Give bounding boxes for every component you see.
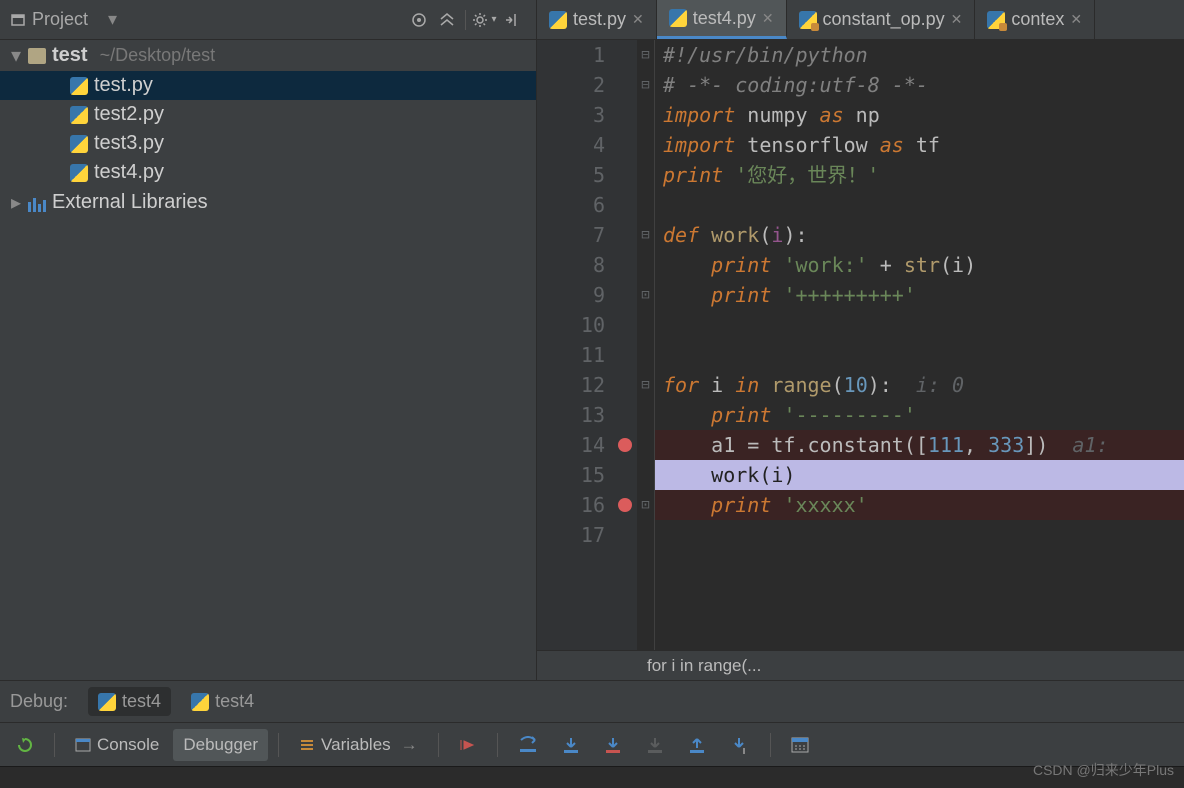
tab-label: contex	[1011, 9, 1064, 30]
collapse-icon[interactable]	[433, 6, 461, 34]
code-line[interactable]: print 'xxxxx'	[655, 490, 1184, 520]
file-name: test.py	[94, 74, 153, 97]
python-file-icon	[70, 77, 88, 95]
code-line[interactable]: print '---------'	[655, 400, 1184, 430]
debug-toolbar: Console Debugger Variables →	[0, 722, 1184, 766]
hide-icon[interactable]	[498, 6, 526, 34]
code-line[interactable]: a1 = tf.constant([111, 333]) a1:	[655, 430, 1184, 460]
project-tool-window-header[interactable]: Project ▾ ▾	[0, 0, 537, 39]
project-root[interactable]: ▾ test ~/Desktop/test	[0, 40, 536, 71]
project-icon	[10, 12, 26, 28]
editor-tabs: test.py ✕ test4.py ✕ constant_op.py ✕ contex ✕	[537, 0, 1184, 39]
close-icon[interactable]: ✕	[951, 11, 963, 28]
file-name: test2.py	[94, 103, 164, 126]
breakpoint-gutter[interactable]	[615, 40, 637, 650]
libraries-icon	[28, 194, 46, 212]
code-line[interactable]: work(i)	[655, 460, 1184, 490]
code-line[interactable]: print 'work:' + str(i)	[655, 250, 1184, 280]
code-line[interactable]: print '您好，世界！'	[655, 160, 1184, 190]
code-content[interactable]: #!/usr/bin/python# -*- coding:utf-8 -*-i…	[655, 40, 1184, 650]
editor-breadcrumb[interactable]: for i in range(...	[537, 650, 1184, 680]
breakpoint-icon[interactable]	[618, 438, 632, 452]
code-line[interactable]: print '+++++++++'	[655, 280, 1184, 310]
python-file-icon	[549, 11, 567, 29]
code-line[interactable]: def work(i):	[655, 220, 1184, 250]
tree-file-item[interactable]: test3.py	[0, 129, 536, 158]
rerun-button[interactable]	[6, 730, 44, 760]
fold-gutter[interactable]: ⊟⊟⊟⊡⊟⊡	[637, 40, 655, 650]
watermark: CSDN @归来少年Plus	[1033, 760, 1174, 780]
code-line[interactable]	[655, 520, 1184, 550]
variables-icon	[299, 737, 315, 753]
step-into-button[interactable]	[552, 730, 590, 760]
dropdown-icon[interactable]: ▾	[108, 9, 117, 30]
code-line[interactable]: import numpy as np	[655, 100, 1184, 130]
line-number-gutter[interactable]: 1234567891011121314151617	[537, 40, 615, 650]
code-editor[interactable]: 1234567891011121314151617 ⊟⊟⊟⊡⊟⊡ #!/usr/…	[537, 40, 1184, 680]
code-line[interactable]: # -*- coding:utf-8 -*-	[655, 70, 1184, 100]
project-root-path: ~/Desktop/test	[100, 45, 216, 66]
python-file-icon	[70, 164, 88, 182]
editor-tab[interactable]: constant_op.py ✕	[787, 0, 976, 39]
console-icon	[75, 737, 91, 753]
external-libraries-label: External Libraries	[52, 191, 208, 214]
tree-file-item[interactable]: test.py	[0, 71, 536, 100]
breakpoint-icon[interactable]	[618, 498, 632, 512]
tab-label: test4.py	[693, 8, 756, 29]
tree-file-item[interactable]: test4.py	[0, 158, 536, 187]
tree-file-item[interactable]: test2.py	[0, 100, 536, 129]
editor-tab[interactable]: test.py ✕	[537, 0, 657, 39]
console-tab[interactable]: Console	[65, 729, 169, 761]
file-name: test3.py	[94, 132, 164, 155]
python-file-icon	[98, 693, 116, 711]
debug-label: Debug:	[10, 691, 68, 712]
editor-tab[interactable]: contex ✕	[975, 0, 1095, 39]
debug-session-bar: Debug: test4 test4	[0, 680, 1184, 722]
step-over-button[interactable]	[508, 730, 548, 760]
step-out-button[interactable]	[678, 730, 716, 760]
external-libraries[interactable]: ▸ External Libraries	[0, 187, 536, 218]
folder-icon	[28, 48, 46, 64]
debug-config[interactable]: test4	[88, 687, 171, 716]
code-line[interactable]	[655, 340, 1184, 370]
editor-tab[interactable]: test4.py ✕	[657, 0, 787, 39]
debug-frames-area	[0, 766, 1184, 788]
python-file-icon	[799, 11, 817, 29]
file-name: test4.py	[94, 161, 164, 184]
run-to-cursor-button[interactable]	[720, 730, 760, 760]
code-line[interactable]: #!/usr/bin/python	[655, 40, 1184, 70]
python-file-icon	[191, 693, 209, 711]
target-icon[interactable]	[405, 6, 433, 34]
debugger-tab[interactable]: Debugger	[173, 729, 268, 761]
show-execution-point-button[interactable]	[449, 732, 487, 758]
close-icon[interactable]: ✕	[1070, 11, 1082, 28]
code-line[interactable]: for i in range(10): i: 0	[655, 370, 1184, 400]
python-file-icon	[70, 135, 88, 153]
project-tree: ▾ test ~/Desktop/test test.py test2.py tes…	[0, 40, 537, 680]
evaluate-expression-button[interactable]	[781, 731, 819, 759]
breadcrumb-text: for i in range(...	[647, 656, 761, 676]
code-line[interactable]	[655, 190, 1184, 220]
close-icon[interactable]: ✕	[632, 11, 644, 28]
step-into-my-code-button[interactable]	[594, 730, 632, 760]
project-label: Project	[32, 9, 88, 30]
gear-icon[interactable]: ▾	[470, 6, 498, 34]
project-root-name: test	[52, 44, 88, 67]
variables-tab[interactable]: Variables →	[289, 729, 428, 761]
force-step-into-button[interactable]	[636, 730, 674, 760]
tab-label: test.py	[573, 9, 626, 30]
python-file-icon	[987, 11, 1005, 29]
code-line[interactable]: import tensorflow as tf	[655, 130, 1184, 160]
python-file-icon	[669, 9, 687, 27]
code-line[interactable]	[655, 310, 1184, 340]
tab-label: constant_op.py	[823, 9, 945, 30]
debug-config[interactable]: test4	[181, 687, 264, 716]
python-file-icon	[70, 106, 88, 124]
close-icon[interactable]: ✕	[762, 10, 774, 27]
